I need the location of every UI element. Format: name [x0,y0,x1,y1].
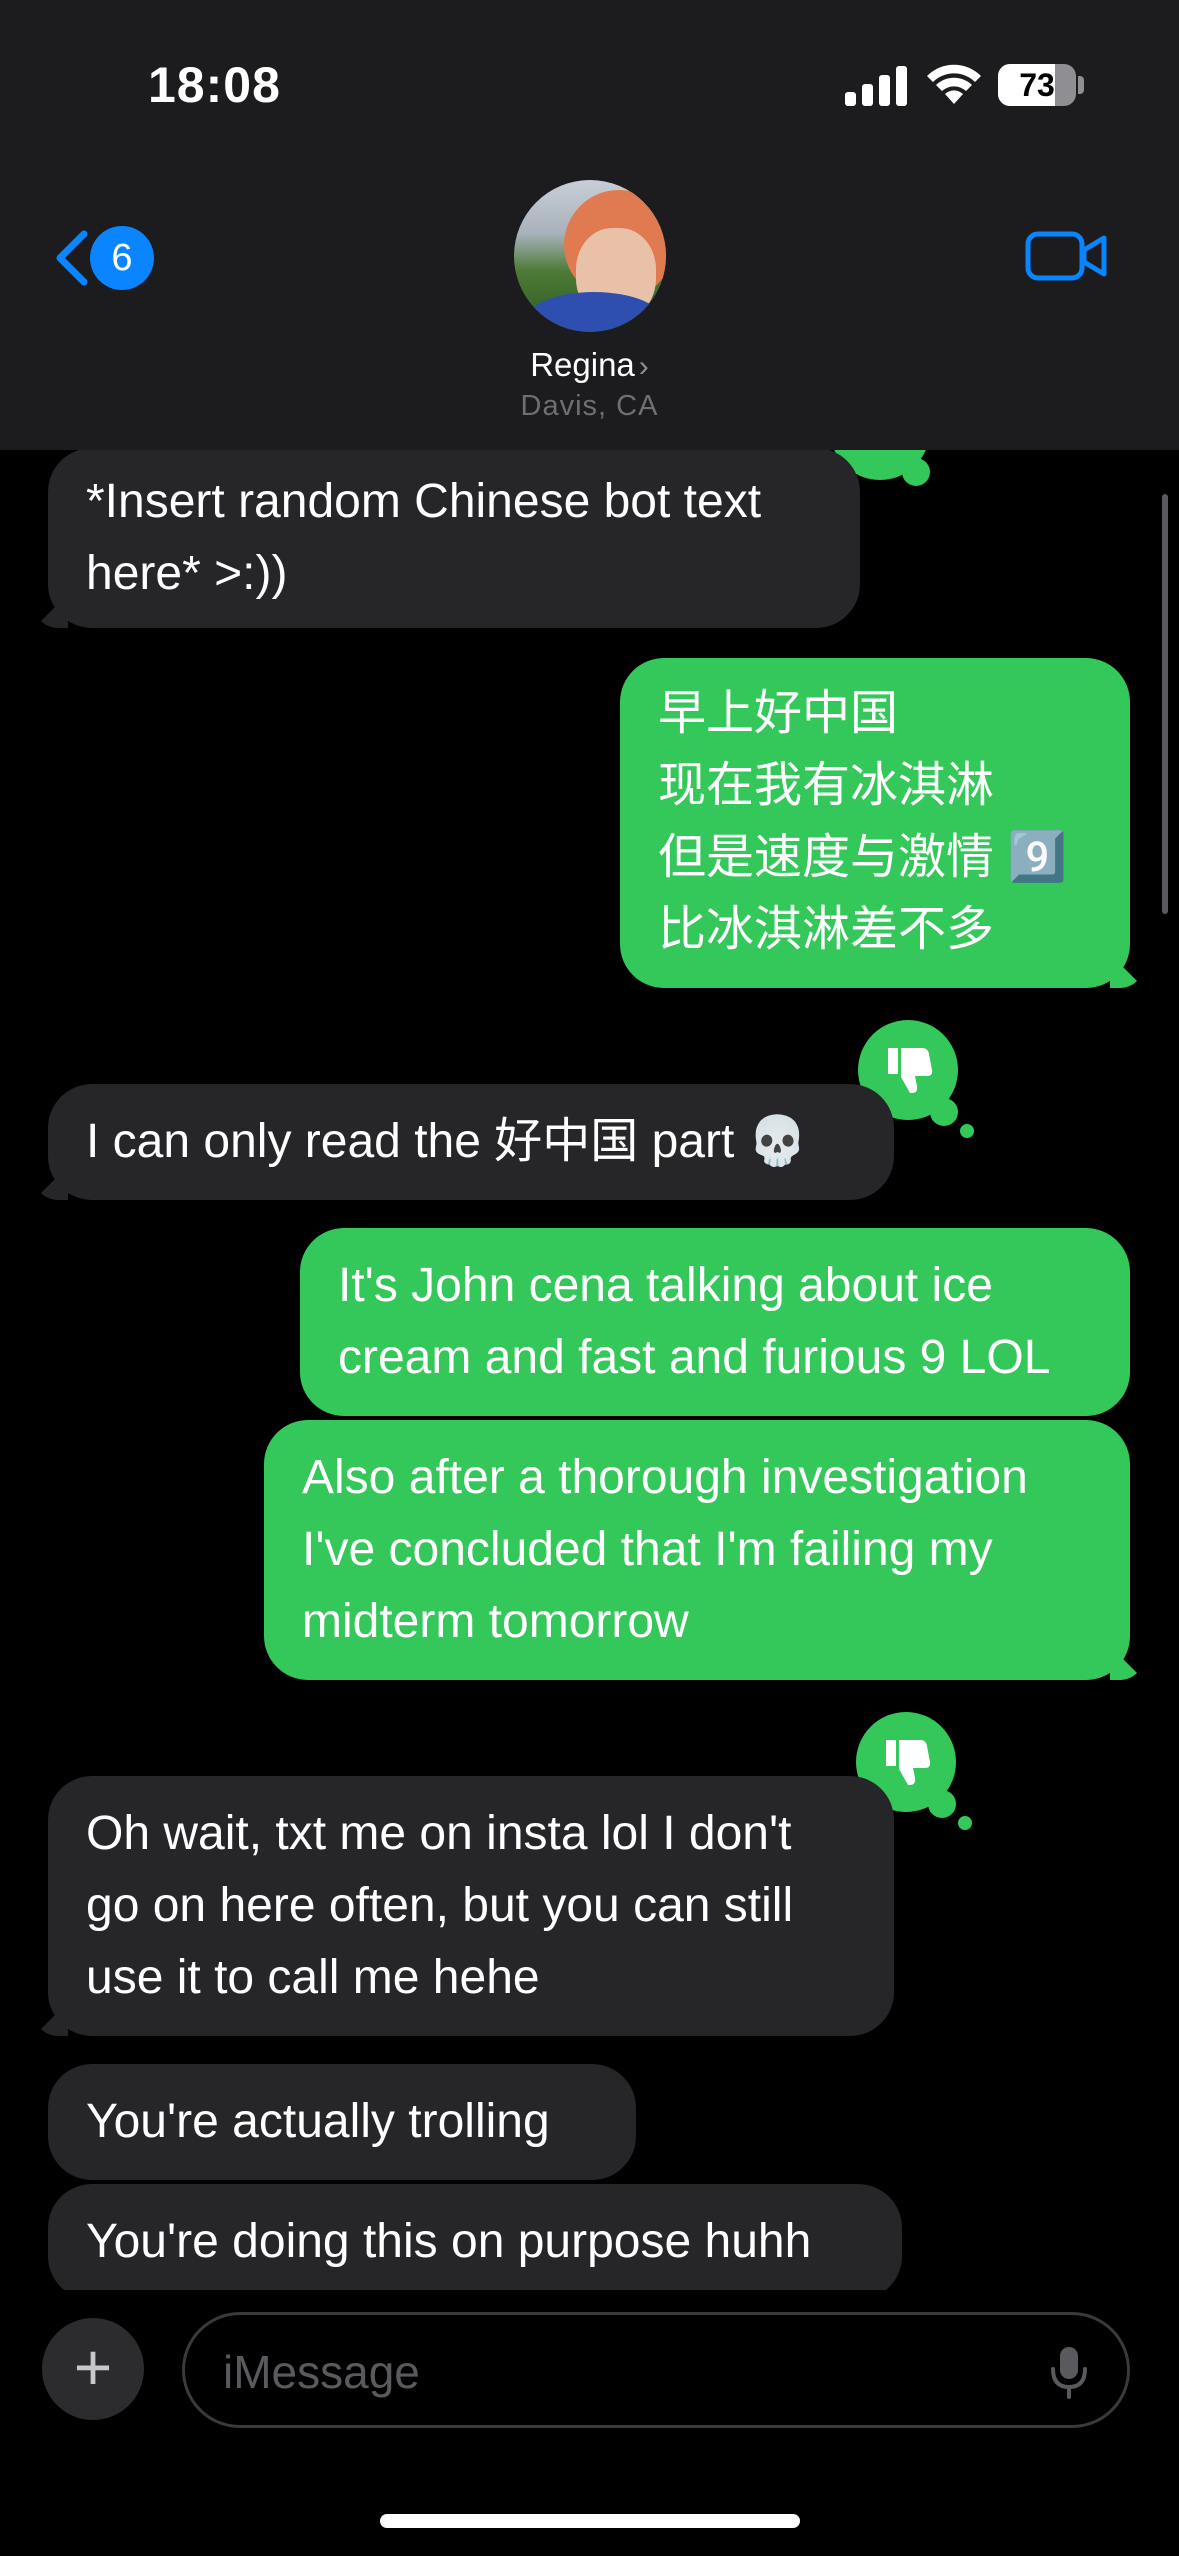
microphone-icon[interactable] [1049,2345,1089,2399]
message-text: You're doing this on purpose huhh [86,2215,812,2268]
back-button[interactable]: 6 [48,222,158,294]
message-text: 比冰淇淋差不多 [658,903,995,956]
message-text: It's John cena talking about ice [338,1259,993,1312]
message-text: here* >:)) [86,547,288,600]
scrollbar[interactable] [1162,494,1168,914]
message-text: I can only read the 好中国 part 💀 [86,1115,808,1168]
wifi-icon [927,64,981,104]
status-time: 18:08 [148,57,281,113]
message-text: I've concluded that I'm failing my [302,1523,993,1576]
message-text: *Insert random Chinese bot text [86,475,762,528]
message-bubble-received[interactable]: *Insert random Chinese bot text here* >:… [48,448,860,628]
chevron-right-icon: › [638,350,649,383]
message-text: 早上好中国 [658,687,899,740]
message-text: midterm tomorrow [302,1595,689,1648]
contact-avatar[interactable] [514,180,666,332]
message-input[interactable] [221,2335,985,2409]
message-text: use it to call me hehe [86,1951,540,2004]
message-text: 现在我有冰淇淋 [658,759,995,812]
message-text: You're actually trolling [86,2095,550,2148]
battery-icon: 73 [998,64,1076,106]
battery-cap [1078,76,1084,94]
add-attachment-button[interactable]: + [42,2318,144,2420]
message-bubble-received[interactable]: I can only read the 好中国 part 💀 [48,1084,894,1200]
battery-level: 73 [1019,67,1055,103]
message-bubble-sent[interactable]: 早上好中国 现在我有冰淇淋 但是速度与激情 9️⃣ 比冰淇淋差不多 [620,658,1130,988]
message-text: cream and fast and furious 9 LOL [338,1331,1051,1384]
thumbs-down-icon [888,1048,933,1093]
contact-name: Regina [530,346,635,383]
message-bubble-sent[interactable]: Also after a thorough investigation I've… [264,1420,1130,1680]
message-text: Also after a thorough investigation [302,1451,1028,1504]
message-bubble-received[interactable]: You're doing this on purpose huhh [48,2184,902,2300]
thumbs-down-icon [886,1740,931,1785]
cellular-signal-icon [845,64,907,106]
conversation-header: 18:08 73 6 Regina › Davis, CA [0,0,1179,450]
message-bubble-received[interactable]: You're actually trolling [48,2064,636,2180]
message-input-container[interactable] [182,2312,1130,2428]
contact-location: Davis, CA [520,390,659,422]
video-camera-icon[interactable] [1024,226,1108,286]
message-text: Oh wait, txt me on insta lol I don't [86,1807,792,1860]
message-bubble-sent[interactable]: It's John cena talking about ice cream a… [300,1228,1130,1416]
message-text: go on here often, but you can still [86,1879,794,1932]
contact-name-row[interactable]: Regina › [0,346,1179,384]
message-text: 但是速度与激情 9️⃣ [658,831,1068,884]
home-indicator[interactable] [380,2514,800,2528]
message-bubble-received[interactable]: Oh wait, txt me on insta lol I don't go … [48,1776,894,2036]
unread-count-badge: 6 [90,226,154,290]
